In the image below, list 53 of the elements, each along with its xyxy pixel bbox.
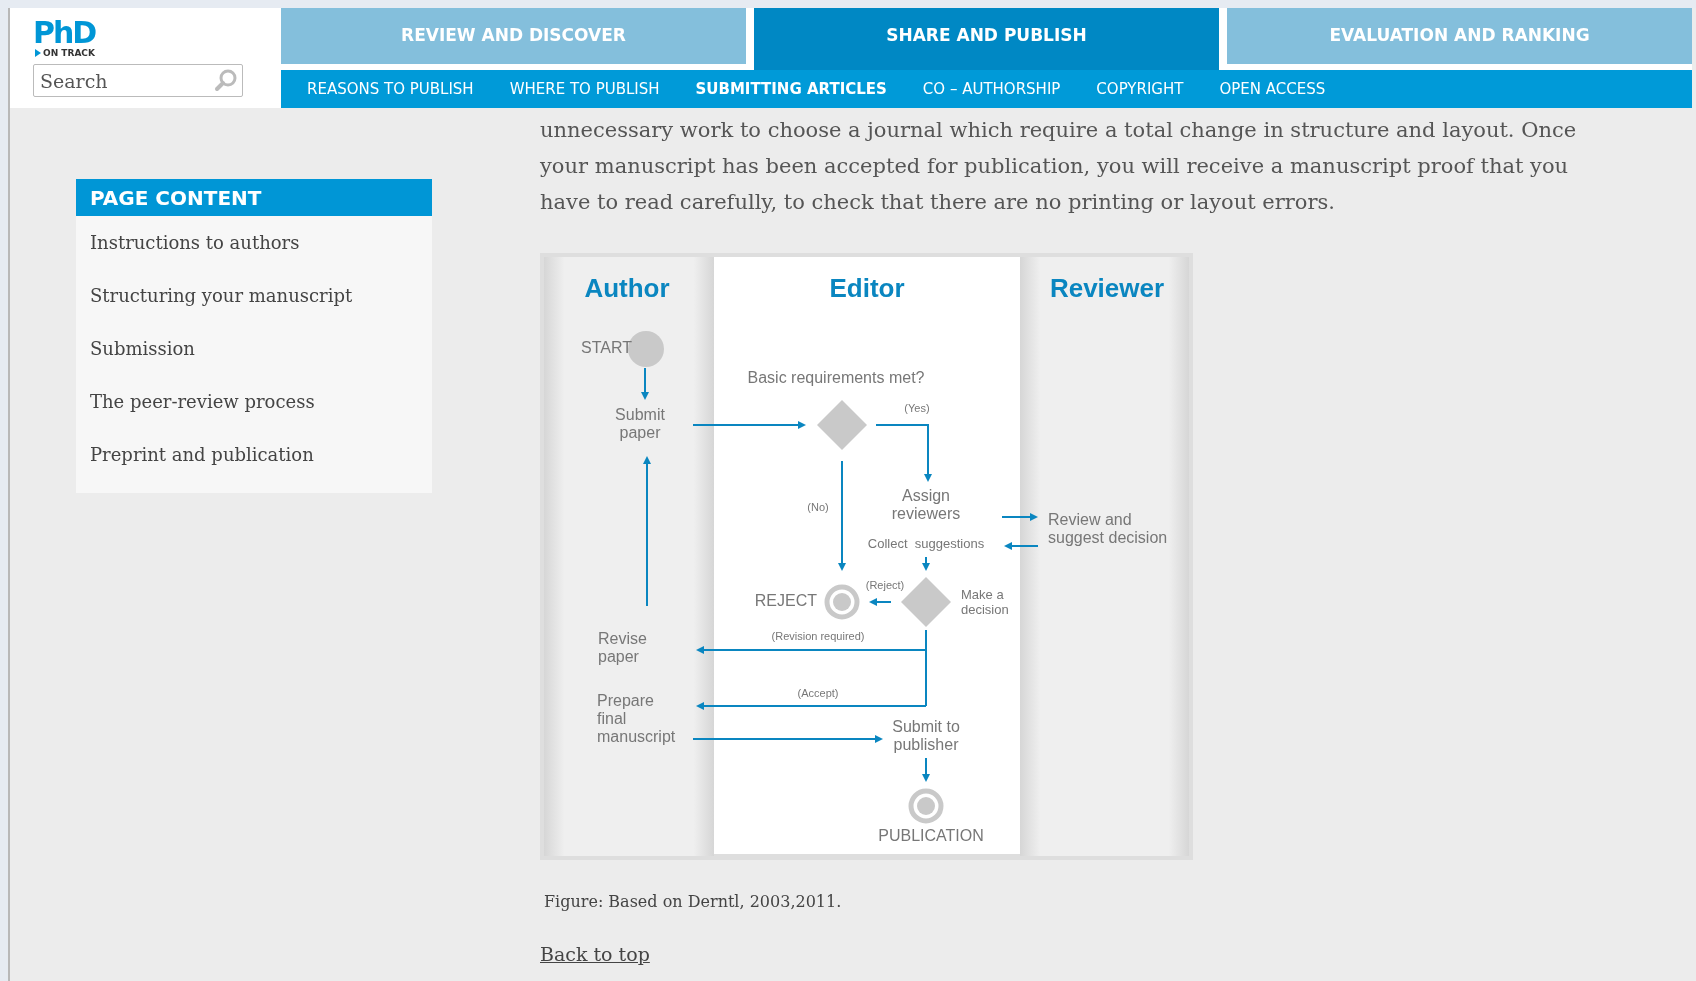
sidebar-heading: PAGE CONTENT xyxy=(76,179,432,216)
note-label: Make a decision xyxy=(961,587,1009,618)
branch-label: (Revision required) xyxy=(771,629,865,642)
main-nav-tab[interactable]: EVALUATION AND RANKING xyxy=(1227,8,1692,64)
step-label: Prepare final manuscript xyxy=(597,692,676,746)
sidebar-link[interactable]: Submission xyxy=(76,322,432,375)
lane-title: Reviewer xyxy=(1049,272,1165,303)
step-label: Basic requirements met? xyxy=(747,369,925,387)
step-label: Assign reviewers xyxy=(891,487,961,523)
flow-arrow xyxy=(922,556,930,571)
terminal-label: PUBLICATION xyxy=(878,827,984,845)
lane-title: Editor xyxy=(829,272,905,303)
lane-title: Author xyxy=(584,272,670,303)
branch-label: (Yes) xyxy=(904,401,930,414)
search-field[interactable]: Search xyxy=(33,64,243,97)
flow-arrow xyxy=(869,598,892,606)
step-label: Revise paper xyxy=(598,630,647,666)
sidebar-link[interactable]: The peer-review process xyxy=(76,375,432,428)
sidebar-link[interactable]: Preprint and publication xyxy=(76,428,432,481)
step-label: Submit to publisher xyxy=(892,718,960,754)
decision-diamond xyxy=(817,400,867,450)
terminal-label: START xyxy=(581,339,632,357)
flow-arrow xyxy=(875,424,932,482)
flow-arrow xyxy=(641,367,649,400)
search-icon[interactable] xyxy=(214,68,238,92)
play-triangle-icon xyxy=(35,49,41,57)
main-nav-tab[interactable]: REVIEW AND DISCOVER xyxy=(281,8,746,64)
sub-nav-tab[interactable]: CO – AUTHORSHIP xyxy=(922,77,1061,101)
flow-arrow xyxy=(1004,542,1039,550)
sub-nav-tab[interactable]: COPYRIGHT xyxy=(1096,77,1184,101)
back-to-top-link[interactable]: Back to top xyxy=(540,940,650,969)
terminal-label: REJECT xyxy=(754,592,817,610)
logo-wordmark[interactable]: PhD xyxy=(33,18,96,48)
sub-nav-tab[interactable]: SUBMITTING ARTICLES xyxy=(695,77,887,101)
sub-nav-tab[interactable]: REASONS TO PUBLISH xyxy=(307,77,474,101)
end-node xyxy=(908,788,944,824)
sidebar-link[interactable]: Structuring your manuscript xyxy=(76,269,432,322)
branch-label: (No) xyxy=(807,500,829,513)
note-label: Collect suggestions xyxy=(867,536,985,552)
flow-arrow xyxy=(1001,513,1038,521)
branch-label: (Reject) xyxy=(865,578,905,591)
flow-arrow xyxy=(922,757,930,782)
step-label: Review and suggest decision xyxy=(1048,511,1168,547)
article-paragraph: unnecessary work to choose a journal which require a total change in structure and layout. Once your manuscript has been accepted for publication, you will receive a manuscript proof that you have to read carefully, to check that there are no printing or layout errors. xyxy=(540,117,1578,216)
sidebar-link[interactable]: Instructions to authors xyxy=(76,216,432,269)
branch-label: (Accept) xyxy=(797,686,839,699)
logo-tagline: ON TRACK xyxy=(43,48,95,58)
figure-caption: Figure: Based on Derntl, 2003,2011. xyxy=(544,891,843,913)
sub-nav-tab[interactable]: WHERE TO PUBLISH xyxy=(509,77,660,101)
sub-nav-tab[interactable]: OPEN ACCESS xyxy=(1219,77,1326,101)
step-label: Submit paper xyxy=(615,406,665,442)
main-nav-tab[interactable]: SHARE AND PUBLISH xyxy=(754,8,1219,70)
end-node xyxy=(824,584,860,620)
